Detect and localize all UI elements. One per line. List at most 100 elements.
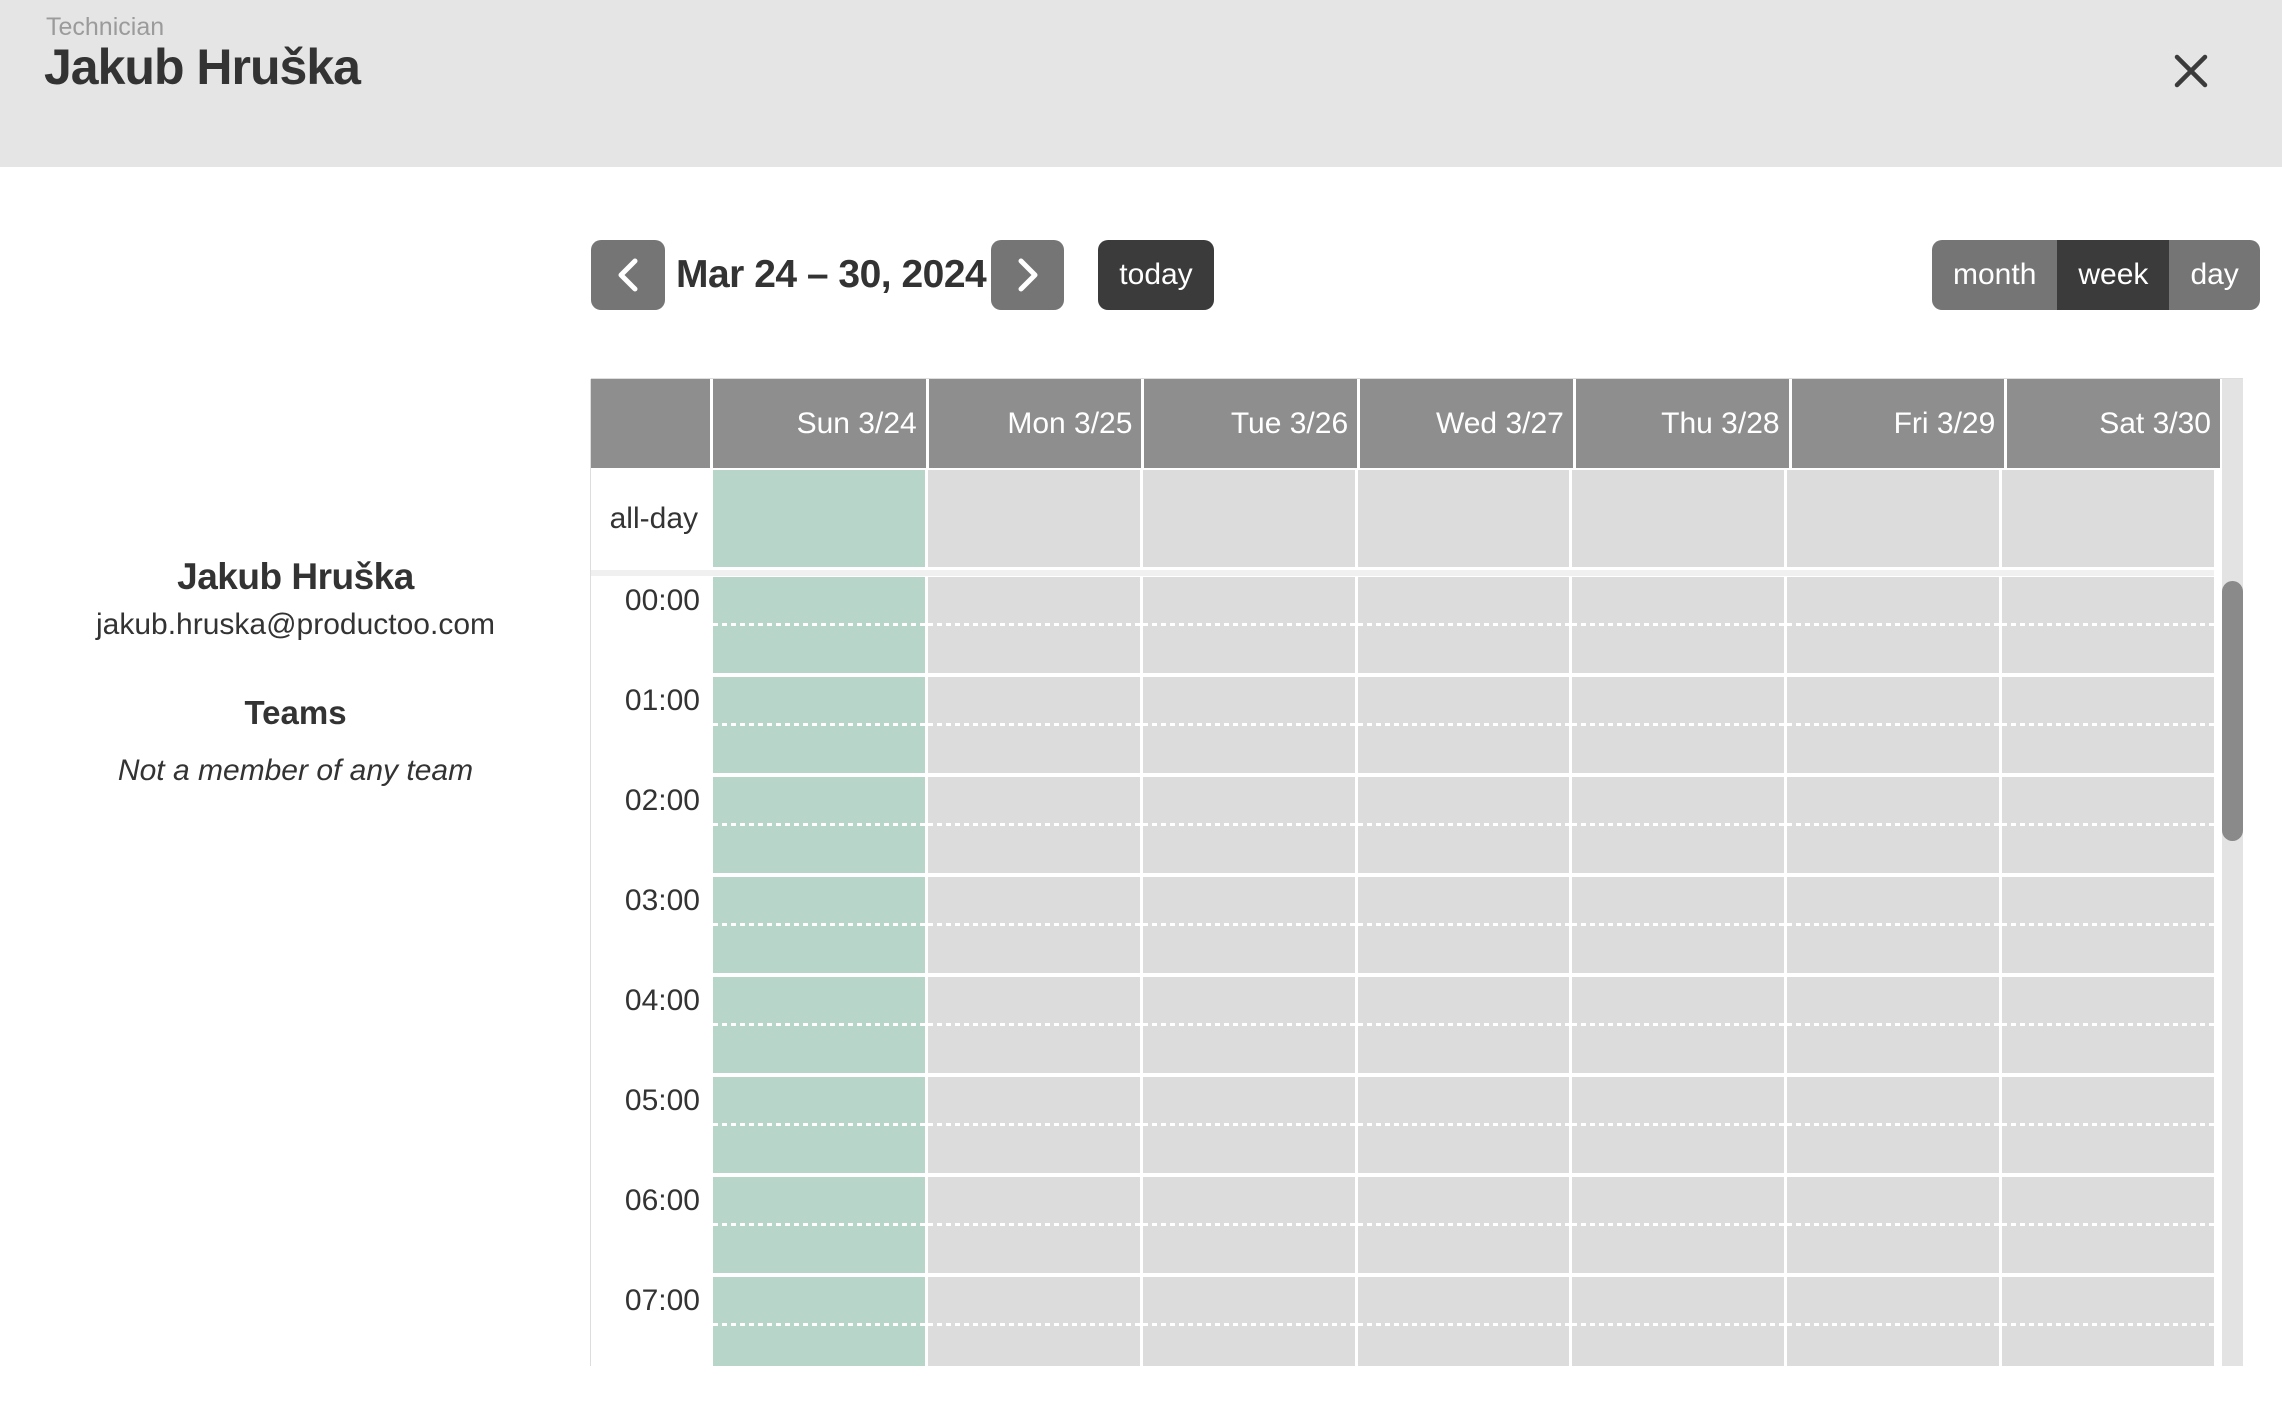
time-slot-cell[interactable] <box>1358 677 1570 773</box>
time-slot-cell[interactable] <box>928 677 1140 773</box>
time-slot-cell[interactable] <box>2002 977 2214 1073</box>
half-hour-line <box>1787 923 1999 926</box>
half-hour-line <box>1787 723 1999 726</box>
time-slot-cell[interactable] <box>1143 1277 1355 1366</box>
half-hour-line <box>1787 1223 1999 1226</box>
half-hour-line <box>1143 623 1355 626</box>
half-hour-line <box>1358 823 1570 826</box>
page-title: Jakub Hruška <box>44 38 360 96</box>
time-slot-cell[interactable] <box>1787 1177 1999 1273</box>
time-slot-cell[interactable] <box>713 877 925 973</box>
time-slot-cell[interactable] <box>1143 677 1355 773</box>
time-slot-cell[interactable] <box>1572 1077 1784 1173</box>
time-slot-cell[interactable] <box>1787 977 1999 1073</box>
time-slot-cell[interactable] <box>1572 1177 1784 1273</box>
half-hour-line <box>1143 1323 1355 1326</box>
time-slot-cell[interactable] <box>928 577 1140 673</box>
time-slot-cell[interactable] <box>1143 1077 1355 1173</box>
day-header: Sat 3/30 <box>2007 379 2220 468</box>
time-slot-cell[interactable] <box>1787 1077 1999 1173</box>
view-day-button[interactable]: day <box>2169 240 2259 310</box>
all-day-cell[interactable] <box>1358 470 1570 567</box>
time-slot-cell[interactable] <box>1572 977 1784 1073</box>
view-toggle: monthweekday <box>1932 240 2260 310</box>
all-day-cell[interactable] <box>1572 470 1784 567</box>
time-slot-cell[interactable] <box>928 877 1140 973</box>
time-slot-cell[interactable] <box>1787 577 1999 673</box>
time-slot-cell[interactable] <box>1572 677 1784 773</box>
time-slot-cell[interactable] <box>1358 1277 1570 1366</box>
time-slot-cell[interactable] <box>2002 1277 2214 1366</box>
half-hour-line <box>1358 923 1570 926</box>
time-slot-cell[interactable] <box>713 1177 925 1273</box>
time-slot-cell[interactable] <box>713 977 925 1073</box>
time-slot-cell[interactable] <box>713 777 925 873</box>
time-slot-cell[interactable] <box>1143 877 1355 973</box>
time-slot-cell[interactable] <box>2002 1077 2214 1173</box>
time-slot-cell[interactable] <box>1572 577 1784 673</box>
vertical-scrollbar-thumb[interactable] <box>2222 581 2243 841</box>
time-gutter-cell: 06:00 <box>591 1177 710 1273</box>
time-slot-cell[interactable] <box>1358 1177 1570 1273</box>
half-hour-line <box>928 1223 1140 1226</box>
time-slot-cell[interactable] <box>1358 977 1570 1073</box>
next-week-button[interactable] <box>991 240 1064 310</box>
half-hour-line <box>1787 623 1999 626</box>
time-slot-cell[interactable] <box>1787 777 1999 873</box>
time-label: 02:00 <box>625 777 700 825</box>
time-slot-cell[interactable] <box>1143 777 1355 873</box>
close-button[interactable] <box>2158 38 2224 104</box>
time-slot-cell[interactable] <box>713 1277 925 1366</box>
hour-row: 01:00 <box>591 677 2214 773</box>
time-slot-cell[interactable] <box>928 977 1140 1073</box>
technician-profile-panel: Jakub Hruška jakub.hruska@productoo.com … <box>0 556 591 788</box>
vertical-scrollbar-track[interactable] <box>2222 379 2243 1366</box>
time-slot-cell[interactable] <box>928 1077 1140 1173</box>
time-slot-cell[interactable] <box>1143 1177 1355 1273</box>
time-slot-cell[interactable] <box>1143 977 1355 1073</box>
time-slot-cell[interactable] <box>1358 877 1570 973</box>
half-hour-line <box>713 1123 925 1126</box>
time-slot-cell[interactable] <box>928 1277 1140 1366</box>
close-icon <box>2173 53 2209 89</box>
technician-detail-modal: Technician Jakub Hruška Mar 24 – 30, 202… <box>0 0 2282 1416</box>
all-day-cell[interactable] <box>1787 470 1999 567</box>
time-slot-cell[interactable] <box>1787 1277 1999 1366</box>
time-slot-cell[interactable] <box>1358 1077 1570 1173</box>
time-slot-cell[interactable] <box>2002 877 2214 973</box>
time-slot-cell[interactable] <box>713 1077 925 1173</box>
time-slot-cell[interactable] <box>1358 777 1570 873</box>
time-slot-cell[interactable] <box>1787 677 1999 773</box>
all-day-label: all-day <box>591 470 710 567</box>
prev-week-button[interactable] <box>591 240 665 310</box>
time-slot-cell[interactable] <box>1572 877 1784 973</box>
time-slot-cell[interactable] <box>2002 677 2214 773</box>
time-slot-cell[interactable] <box>713 677 925 773</box>
time-slot-cell[interactable] <box>2002 777 2214 873</box>
time-gutter-cell: 00:00 <box>591 577 710 673</box>
time-slot-cell[interactable] <box>1358 577 1570 673</box>
all-day-cell[interactable] <box>1143 470 1355 567</box>
time-slot-cell[interactable] <box>2002 1177 2214 1273</box>
time-slot-cell[interactable] <box>2002 577 2214 673</box>
chevron-right-icon <box>1016 258 1040 292</box>
time-slot-cell[interactable] <box>1143 577 1355 673</box>
half-hour-line <box>2002 1223 2214 1226</box>
today-button[interactable]: today <box>1098 240 1214 310</box>
view-month-button[interactable]: month <box>1932 240 2057 310</box>
all-day-cell[interactable] <box>2002 470 2214 567</box>
time-slot-cell[interactable] <box>928 777 1140 873</box>
half-hour-line <box>1143 1223 1355 1226</box>
half-hour-line <box>713 1023 925 1026</box>
all-day-cell[interactable] <box>928 470 1140 567</box>
day-header: Fri 3/29 <box>1792 379 2005 468</box>
time-slot-cell[interactable] <box>1572 777 1784 873</box>
half-hour-line <box>928 723 1140 726</box>
half-hour-line <box>928 823 1140 826</box>
view-week-button[interactable]: week <box>2057 240 2169 310</box>
time-slot-cell[interactable] <box>928 1177 1140 1273</box>
all-day-cell[interactable] <box>713 470 925 567</box>
time-slot-cell[interactable] <box>713 577 925 673</box>
time-slot-cell[interactable] <box>1572 1277 1784 1366</box>
time-slot-cell[interactable] <box>1787 877 1999 973</box>
